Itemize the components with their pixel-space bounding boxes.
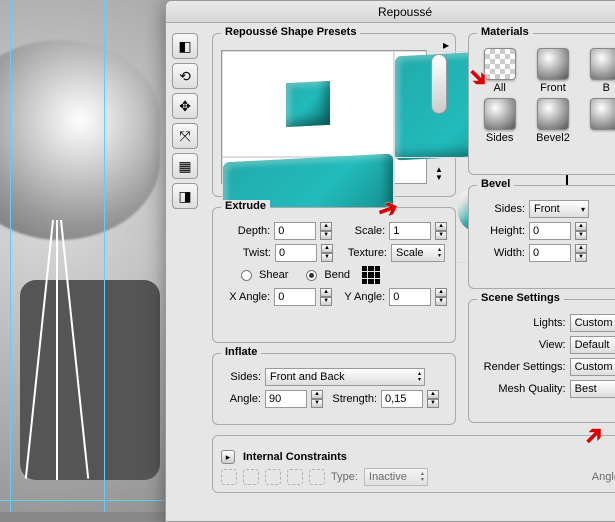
material-sides[interactable]: Sides bbox=[477, 98, 522, 144]
mesh-label: Mesh Quality: bbox=[477, 383, 566, 395]
constraint-tool[interactable] bbox=[265, 469, 281, 485]
scale-label: Scale: bbox=[336, 225, 385, 237]
bevel-height-label: Height: bbox=[477, 225, 525, 237]
dialog-title: Repoussé bbox=[166, 1, 615, 23]
scale-input[interactable] bbox=[389, 222, 431, 240]
bevel-width-label: Width: bbox=[477, 247, 525, 259]
guide-vertical bbox=[10, 0, 11, 512]
shear-radio[interactable] bbox=[241, 270, 252, 281]
lights-label: Lights: bbox=[477, 317, 566, 329]
twist-label: Twist: bbox=[221, 247, 271, 259]
depth-input[interactable] bbox=[274, 222, 316, 240]
render-select[interactable]: Custom bbox=[570, 358, 615, 376]
constraint-tool[interactable] bbox=[309, 469, 325, 485]
bevel-height-stepper[interactable]: ▲▼ bbox=[575, 222, 587, 240]
constraints-section: ▸ Internal Constraints Type: Inactive An… bbox=[212, 435, 615, 493]
yangle-input[interactable] bbox=[389, 288, 431, 306]
preset-grid bbox=[221, 50, 427, 184]
preset-item[interactable] bbox=[222, 51, 394, 157]
material-bevel2[interactable]: Bevel2 bbox=[530, 98, 575, 144]
shear-label: Shear bbox=[259, 269, 288, 281]
angle-label: Angle: bbox=[221, 393, 261, 405]
grid-icon[interactable] bbox=[362, 266, 380, 284]
move-tool[interactable]: ✥ bbox=[172, 93, 198, 119]
inflate-section: Inflate Sides: Front and Back Angle: ▲▼ … bbox=[212, 353, 456, 425]
disclosure-toggle[interactable]: ▸ bbox=[221, 450, 235, 464]
bevel-sides-select[interactable]: Front bbox=[529, 200, 589, 218]
inflate-angle-input[interactable] bbox=[265, 390, 307, 408]
xangle-stepper[interactable]: ▲▼ bbox=[320, 288, 332, 306]
bevel-title: Bevel bbox=[477, 178, 514, 190]
inflate-title: Inflate bbox=[221, 346, 261, 358]
constraint-angle-label: Angle: bbox=[592, 471, 615, 483]
bevel-sides-label: Sides: bbox=[477, 203, 525, 215]
scene-title: Scene Settings bbox=[477, 292, 564, 304]
materials-section: Materials All Front B Sides Bevel2 bbox=[468, 33, 615, 175]
extrude-title: Extrude bbox=[221, 200, 270, 212]
material-extra[interactable] bbox=[584, 98, 615, 144]
bend-label: Bend bbox=[324, 269, 350, 281]
render-label: Render Settings: bbox=[477, 361, 566, 373]
constraint-tool[interactable] bbox=[287, 469, 303, 485]
twist-input[interactable] bbox=[275, 244, 317, 262]
wireframe-line bbox=[56, 220, 58, 480]
rotate-tool[interactable]: ⟲ bbox=[172, 63, 198, 89]
yangle-stepper[interactable]: ▲▼ bbox=[435, 288, 447, 306]
xangle-label: X Angle: bbox=[221, 291, 270, 303]
mesh-tool[interactable]: ▦ bbox=[172, 153, 198, 179]
cube-tool[interactable]: ◨ bbox=[172, 183, 198, 209]
preset-menu-icon[interactable]: ▸ bbox=[443, 38, 449, 52]
bevel-width-stepper[interactable]: ▲▼ bbox=[575, 244, 587, 262]
repousse-dialog: Repoussé ◧ ⟲ ✥ ⤧ ▦ ◨ Repoussé Shape Pres… bbox=[165, 0, 615, 522]
constraint-tool[interactable] bbox=[243, 469, 259, 485]
model-shape bbox=[0, 40, 160, 240]
bevel-height-input[interactable] bbox=[529, 222, 571, 240]
presets-section: Repoussé Shape Presets ▸ ▲▼ bbox=[212, 33, 456, 197]
texture-label: Texture: bbox=[337, 247, 387, 259]
type-label: Type: bbox=[331, 471, 358, 483]
model-base bbox=[20, 280, 160, 480]
twist-stepper[interactable]: ▲▼ bbox=[321, 244, 333, 262]
inflate-strength-input[interactable] bbox=[381, 390, 423, 408]
bend-radio[interactable] bbox=[306, 270, 317, 281]
toolbar: ◧ ⟲ ✥ ⤧ ▦ ◨ bbox=[172, 33, 202, 213]
scale-tool[interactable]: ⤧ bbox=[172, 123, 198, 149]
view-label: View: bbox=[477, 339, 566, 351]
constraint-tool[interactable] bbox=[221, 469, 237, 485]
yangle-label: Y Angle: bbox=[336, 291, 385, 303]
constraint-type-select[interactable]: Inactive bbox=[364, 468, 428, 486]
preset-scroll-arrows[interactable]: ▲▼ bbox=[431, 166, 447, 182]
materials-title: Materials bbox=[477, 26, 533, 38]
sides-label: Sides: bbox=[221, 371, 261, 383]
depth-label: Depth: bbox=[221, 225, 270, 237]
scale-stepper[interactable]: ▲▼ bbox=[435, 222, 447, 240]
presets-title: Repoussé Shape Presets bbox=[221, 26, 360, 38]
lights-select[interactable]: Custom bbox=[570, 314, 615, 332]
bevel-width-input[interactable] bbox=[529, 244, 571, 262]
preset-scrollbar[interactable] bbox=[431, 54, 447, 114]
view-select[interactable]: Default bbox=[570, 336, 615, 354]
inflate-sides-select[interactable]: Front and Back bbox=[265, 368, 425, 386]
texture-select[interactable]: Scale bbox=[391, 244, 445, 262]
inflate-angle-stepper[interactable]: ▲▼ bbox=[311, 390, 323, 408]
material-b[interactable]: B bbox=[584, 48, 615, 94]
inflate-strength-stepper[interactable]: ▲▼ bbox=[427, 390, 439, 408]
xangle-input[interactable] bbox=[274, 288, 316, 306]
scene-section: Scene Settings Lights:Custom View:Defaul… bbox=[468, 299, 615, 423]
extrude-section: Extrude Depth: ▲▼ Scale: ▲▼ Twist: ▲▼ Te… bbox=[212, 207, 456, 343]
mesh-select[interactable]: Best bbox=[570, 380, 615, 398]
select-tool[interactable]: ◧ bbox=[172, 33, 198, 59]
bevel-section: Bevel Sides:Front Height:▲▼ Width:▲▼ bbox=[468, 185, 615, 289]
material-front[interactable]: Front bbox=[530, 48, 575, 94]
strength-label: Strength: bbox=[327, 393, 377, 405]
depth-stepper[interactable]: ▲▼ bbox=[320, 222, 332, 240]
material-all[interactable]: All bbox=[477, 48, 522, 94]
guide-vertical bbox=[104, 0, 105, 512]
constraints-title: Internal Constraints bbox=[243, 451, 347, 463]
